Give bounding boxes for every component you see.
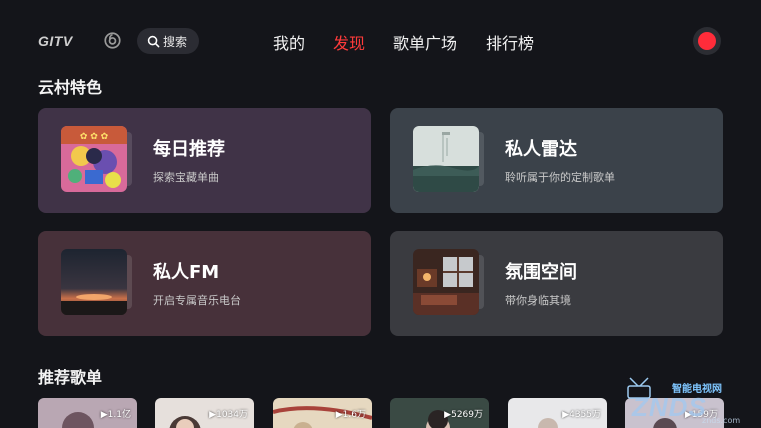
record-icon: [698, 32, 716, 50]
watermark-main-text: ZNDS: [632, 392, 707, 422]
search-label: 搜索: [163, 34, 188, 49]
tab-charts[interactable]: 排行榜: [486, 30, 534, 54]
playlist-card[interactable]: ▶5269万: [390, 398, 489, 428]
section-title-playlists: 推荐歌单: [38, 368, 103, 387]
cover-stack: [127, 255, 132, 309]
cover-stack: [127, 132, 132, 186]
fm-sunset-cover-art: [61, 249, 127, 315]
tab-discover[interactable]: 发现: [333, 30, 365, 54]
search-icon: [147, 35, 160, 47]
playlist-card[interactable]: ▶1034万: [155, 398, 254, 428]
play-count: ▶4355万: [562, 410, 601, 420]
card-daily-recommend[interactable]: ✿ ✿ ✿ 每日推荐 探索宝藏单曲: [38, 108, 371, 213]
daily-cover-art: ✿ ✿ ✿: [61, 126, 127, 192]
cover-stack: [479, 255, 484, 309]
card-title: 氛围空间: [505, 262, 577, 283]
card-private-radar[interactable]: 私人雷达 聆听属于你的定制歌单: [390, 108, 723, 213]
watermark-url: znds.com: [702, 416, 741, 425]
card-subtitle: 聆听属于你的定制歌单: [505, 171, 615, 184]
svg-text:✿ ✿ ✿: ✿ ✿ ✿: [80, 132, 109, 142]
playlist-card[interactable]: ▶1.6万: [273, 398, 372, 428]
gitv-logo: GITV: [38, 33, 73, 49]
cover-stack: [479, 132, 484, 186]
radar-cover-art: [413, 126, 479, 192]
search-button[interactable]: 搜索: [137, 28, 199, 54]
play-count: ▶1034万: [209, 410, 248, 420]
card-private-fm[interactable]: 私人FM 开启专属音乐电台: [38, 231, 371, 336]
section-title-features: 云村特色: [38, 78, 103, 97]
znds-watermark: 智能电视网 ZNDS znds.com: [622, 372, 761, 428]
play-count: ▶1.1亿: [100, 410, 131, 420]
ambient-room-cover-art: [413, 249, 479, 315]
card-subtitle: 带你身临其境: [505, 294, 571, 307]
card-subtitle: 开启专属音乐电台: [153, 294, 241, 307]
card-subtitle: 探索宝藏单曲: [153, 171, 219, 184]
cloud-music-logo-icon: [104, 32, 121, 49]
play-count: ▶5269万: [444, 410, 483, 420]
playlist-card[interactable]: ▶4355万: [508, 398, 607, 428]
playlist-card[interactable]: ▶1.1亿: [38, 398, 137, 428]
card-ambient-space[interactable]: 氛围空间 带你身临其境: [390, 231, 723, 336]
tab-mine[interactable]: 我的: [273, 30, 305, 54]
play-count: ▶1.6万: [335, 410, 366, 420]
card-title: 私人FM: [153, 262, 220, 283]
card-title: 私人雷达: [505, 139, 577, 160]
card-title: 每日推荐: [153, 139, 225, 160]
tab-playlist-square[interactable]: 歌单广场: [393, 30, 457, 54]
record-button[interactable]: [693, 27, 721, 55]
